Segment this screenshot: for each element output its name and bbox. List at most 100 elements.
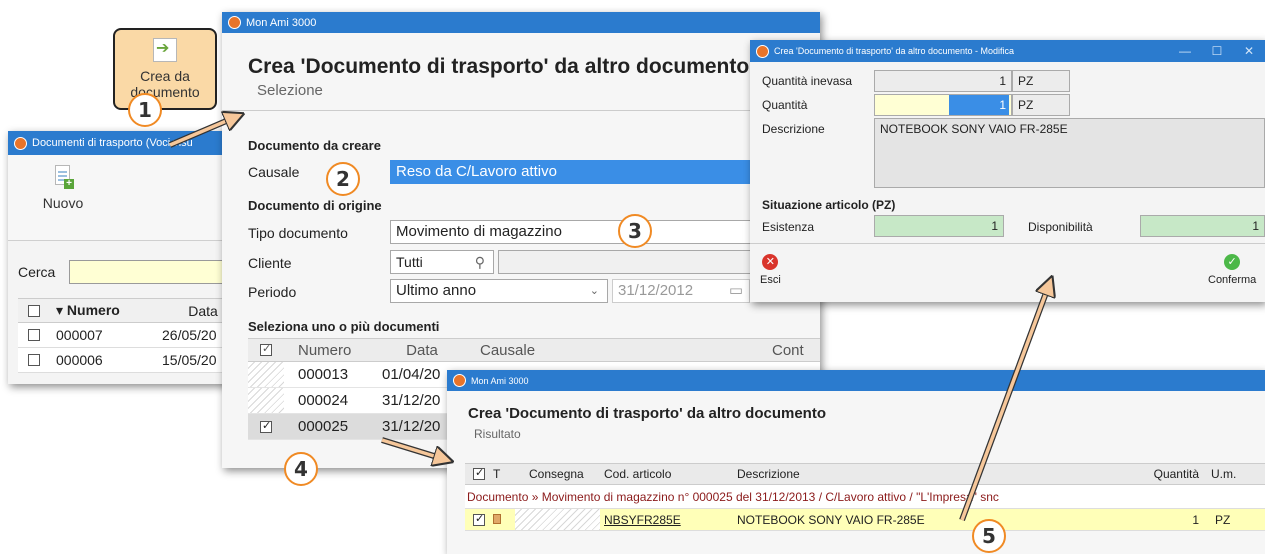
column-contact[interactable]: Cont	[772, 342, 820, 359]
calendar-icon[interactable]: ▭	[729, 280, 743, 302]
documents-grid: ▾ Numero Data 000007 26/05/20 000006 15/…	[18, 298, 244, 373]
doc-type-label: Tipo documento	[248, 225, 348, 241]
qty-open-value: 1	[874, 70, 1012, 92]
create-from-document-result-window: Mon Ami 3000 Crea 'Documento di trasport…	[447, 370, 1265, 554]
column-code[interactable]: Cod. articolo	[600, 467, 735, 481]
result-grid: T Consegna Cod. articolo Descrizione Qua…	[465, 463, 1265, 531]
column-t[interactable]: T	[493, 467, 515, 481]
qty-open-unit: PZ	[1012, 70, 1070, 92]
page-subtitle: Selezione	[257, 82, 323, 99]
new-button[interactable]: + Nuovo	[28, 165, 98, 211]
qty-unit: PZ	[1012, 94, 1070, 116]
page-title: Crea 'Documento di trasporto' da altro d…	[468, 405, 827, 422]
minimize-icon[interactable]: —	[1169, 44, 1201, 58]
stock-label: Esistenza	[762, 220, 815, 234]
qty-input[interactable]: 1	[874, 94, 1012, 116]
situation-label: Situazione articolo (PZ)	[762, 198, 896, 212]
search-input[interactable]	[69, 260, 230, 284]
select-all-checkbox[interactable]	[260, 342, 272, 356]
callout-4: 4	[284, 452, 318, 486]
exit-button[interactable]: ✕ Esci	[760, 254, 781, 286]
period-date-value: 31/12/2012	[618, 282, 694, 299]
period-select[interactable]: Ultimo anno ⌄	[390, 279, 608, 303]
column-date[interactable]: Data	[372, 342, 472, 359]
confirm-button-label: Conferma	[1208, 274, 1257, 286]
result-window-titlebar: Mon Ami 3000	[447, 370, 1265, 391]
column-number[interactable]: Numero	[284, 342, 372, 359]
avail-label: Disponibilità	[1028, 220, 1093, 234]
edit-dialog-titlebar: Crea 'Documento di trasporto' da altro d…	[750, 40, 1265, 62]
group-row: Documento » Movimento di magazzino n° 00…	[465, 485, 1265, 509]
column-description[interactable]: Descrizione	[735, 467, 1145, 481]
edit-dialog: Crea 'Documento di trasporto' da altro d…	[750, 40, 1265, 302]
qty-label: Quantità	[762, 98, 808, 112]
callout-2: 2	[326, 162, 360, 196]
table-row[interactable]: 000006 15/05/20	[18, 348, 244, 373]
column-causale[interactable]: Causale	[472, 342, 772, 359]
divider	[222, 110, 820, 111]
column-number[interactable]: ▾ Numero	[50, 302, 156, 319]
column-quantity[interactable]: Quantità	[1145, 467, 1205, 481]
check-circle-icon: ✓	[1224, 254, 1241, 270]
desc-label: Descrizione	[762, 122, 825, 136]
grid-header: T Consegna Cod. articolo Descrizione Qua…	[465, 463, 1265, 485]
avail-value: 1	[1140, 215, 1265, 237]
row-description: NOTEBOOK SONY VAIO FR-285E	[737, 512, 925, 527]
qty-open-label: Quantità inevasa	[762, 74, 853, 88]
row-code[interactable]: NBSYFR285E	[600, 513, 735, 527]
search-icon[interactable]: ⚲	[475, 251, 485, 273]
divider	[750, 243, 1265, 244]
stock-value: 1	[874, 215, 1004, 237]
maximize-icon[interactable]: ☐	[1201, 44, 1233, 58]
qty-input-value: 1	[949, 95, 1009, 115]
window-title: Mon Ami 3000	[246, 16, 317, 29]
client-field[interactable]: Tutti ⚲	[390, 250, 494, 274]
documents-window-titlebar: Documenti di trasporto (Voci visu	[8, 131, 244, 155]
create-from-document-icon	[153, 38, 177, 62]
row-checkbox[interactable]	[260, 419, 272, 433]
app-logo-icon	[228, 16, 241, 29]
grid-header: ▾ Numero Data	[18, 298, 244, 323]
table-row[interactable]: 000007 26/05/20	[18, 323, 244, 348]
client-value: Tutti	[396, 254, 423, 270]
confirm-button[interactable]: ✓ Conferma	[1208, 254, 1256, 286]
app-logo-icon	[756, 44, 769, 58]
callout-3: 3	[618, 214, 652, 248]
row-quantity: 1	[1192, 512, 1199, 527]
chevron-down-icon[interactable]: ⌄	[590, 280, 599, 302]
desc-field[interactable]: NOTEBOOK SONY VAIO FR-285E	[874, 118, 1265, 188]
row-um: PZ	[1215, 512, 1231, 527]
table-row[interactable]: NBSYFR285E NOTEBOOK SONY VAIO FR-285E 1 …	[465, 509, 1265, 531]
row-number: 000024	[298, 392, 349, 409]
period-value: Ultimo anno	[396, 282, 477, 299]
row-number: 000006	[56, 352, 103, 368]
row-checkbox[interactable]	[473, 512, 485, 526]
window-title: Documenti di trasporto (Voci visu	[32, 137, 193, 149]
row-checkbox[interactable]	[28, 354, 40, 366]
delivery-cell[interactable]	[515, 509, 600, 530]
column-delivery[interactable]: Consegna	[515, 467, 600, 481]
app-logo-icon	[453, 374, 466, 387]
exit-button-label: Esci	[760, 274, 781, 286]
section-create: Documento da creare	[248, 138, 381, 153]
window-title: Mon Ami 3000	[471, 375, 529, 386]
new-button-label: Nuovo	[42, 195, 84, 211]
close-icon[interactable]: ✕	[1233, 44, 1265, 58]
period-date-field[interactable]: 31/12/2012 ▭	[612, 279, 750, 303]
close-circle-icon: ✕	[762, 254, 779, 270]
new-document-icon: +	[52, 165, 74, 189]
create-from-document-button[interactable]: Crea da documento	[113, 28, 217, 110]
row-checkbox[interactable]	[28, 329, 40, 341]
row-number: 000007	[56, 327, 103, 343]
section-select: Seleziona uno o più documenti	[248, 319, 440, 334]
column-um[interactable]: U.m.	[1205, 467, 1255, 481]
page-subtitle: Risultato	[474, 427, 521, 441]
select-all-checkbox[interactable]	[28, 304, 40, 317]
section-origin: Documento di origine	[248, 198, 382, 213]
row-number: 000025	[298, 418, 349, 435]
documents-window: Documenti di trasporto (Voci visu + Nuov…	[8, 131, 244, 384]
callout-5: 5	[972, 519, 1006, 553]
causale-label: Causale	[248, 164, 300, 180]
select-all-checkbox[interactable]	[473, 466, 485, 480]
selection-window-titlebar: Mon Ami 3000	[222, 12, 820, 33]
